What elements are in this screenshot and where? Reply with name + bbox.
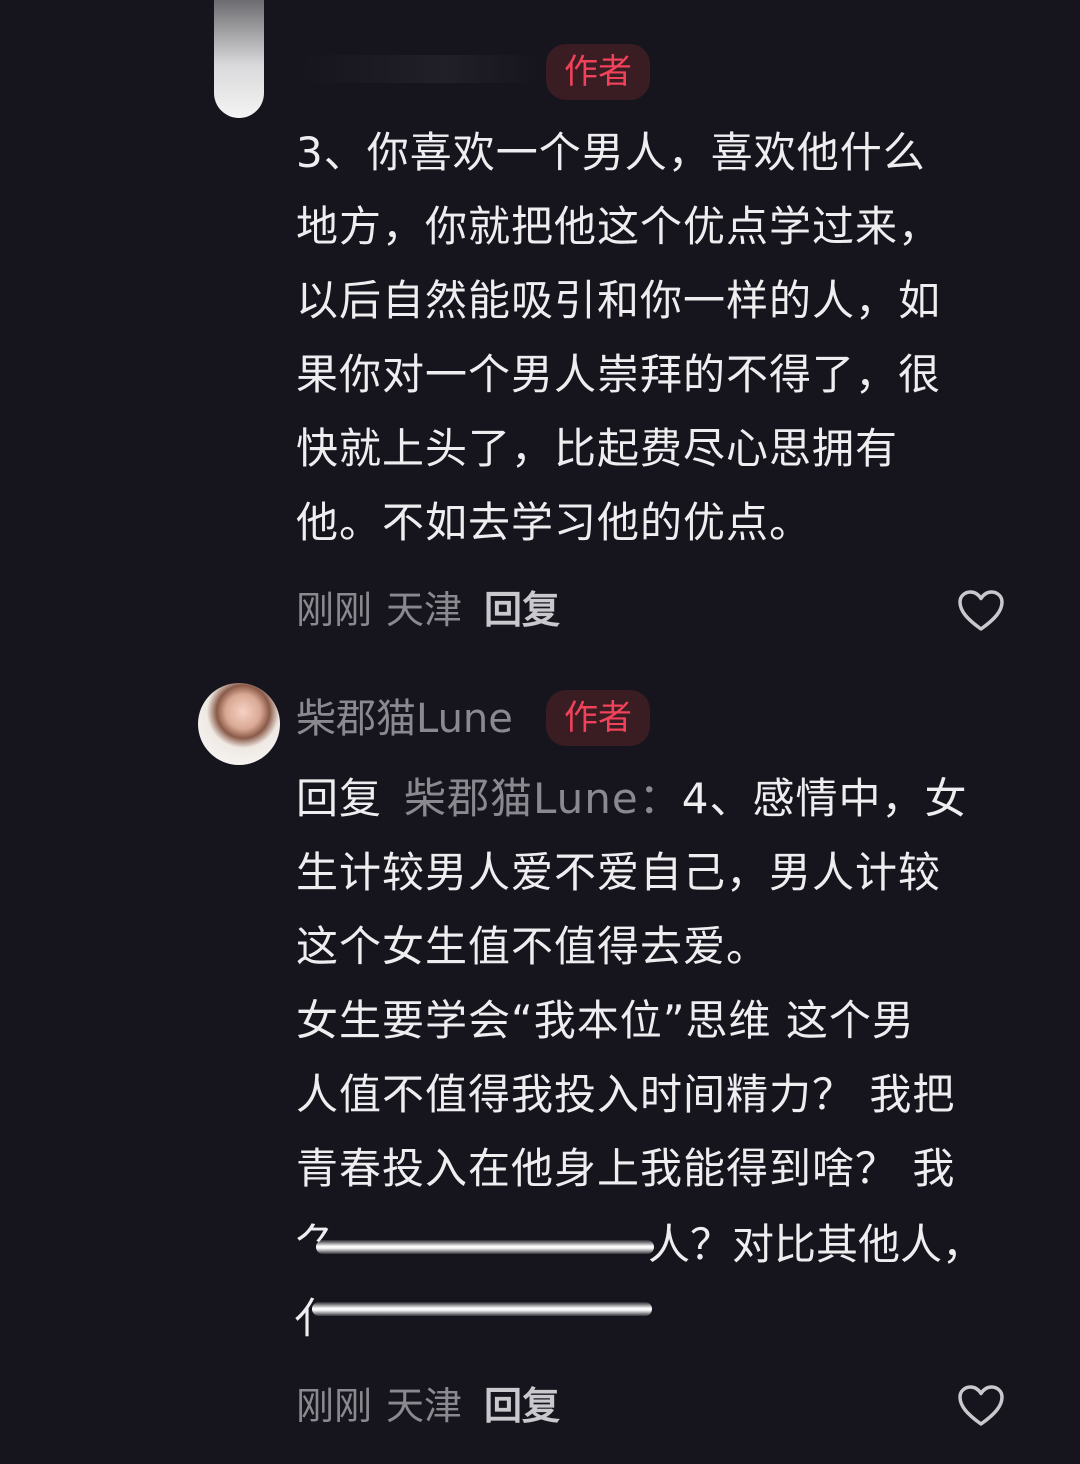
comment-line: 人？对比其他人，: [648, 1220, 985, 1269]
reply-button[interactable]: 回复: [484, 588, 560, 632]
reply-first-line: 回复 柴郡猫Lune：4、感情中，女: [296, 762, 1036, 836]
comment-line: 果你对一个男人崇拜的不得了，很: [296, 350, 942, 399]
commenter-username[interactable]: 柴郡猫Lune: [296, 690, 513, 748]
comment-line: 4、感情中，女: [681, 774, 968, 823]
comment-location: 天津: [386, 588, 463, 632]
commenter-avatar[interactable]: [198, 683, 280, 765]
obscured-text-start: 亻: [294, 1294, 337, 1343]
comment-body[interactable]: 3、你喜欢一个男人，喜欢他什么 地方，你就把他这个优点学过来， 以后自然能吸引和…: [296, 116, 1036, 560]
redaction-bar: [312, 1302, 652, 1316]
author-badge: 作者: [546, 44, 650, 100]
reply-target-username[interactable]: 柴郡猫Lune：: [404, 774, 682, 823]
comment-line: 快就上头了，比起费尽心思拥有: [296, 424, 899, 473]
comment-line: 地方，你就把他这个优点学过来，: [296, 202, 942, 251]
comment-line: 以后自然能吸引和你一样的人，如: [296, 276, 942, 325]
reply-button[interactable]: 回复: [484, 1384, 560, 1428]
blurred-username: [300, 55, 540, 83]
reply-prefix: 回复: [296, 774, 383, 823]
comment-meta: 刚刚 天津 回复: [296, 1376, 560, 1436]
comment-thread: 作者 3、你喜欢一个男人，喜欢他什么 地方，你就把他这个优点学过来， 以后自然能…: [0, 0, 1080, 1464]
comment-meta: 刚刚 天津 回复: [296, 580, 560, 640]
heart-outline-icon[interactable]: [957, 589, 1005, 633]
comment-time: 刚刚: [296, 1384, 373, 1428]
comment-line: 女生要学会“我本位”思维 这个男: [296, 996, 915, 1045]
comment-line: 青春投入在他身上我能得到啥？ 我: [296, 1144, 956, 1193]
comment-line: 生计较男人爱不爱自己，男人计较: [296, 848, 942, 897]
comment-line: 人值不值得我投入时间精力？ 我把: [296, 1070, 956, 1119]
comment-line: 他。不如去学习他的优点。: [296, 498, 813, 547]
comment-line: 这个女生值不值得去爱。: [296, 922, 770, 971]
redaction-bar: [316, 1240, 654, 1254]
comment-time: 刚刚: [296, 588, 373, 632]
comment-line: 3、你喜欢一个男人，喜欢他什么: [296, 128, 926, 177]
commenter-avatar[interactable]: [214, 0, 264, 118]
comment-location: 天津: [386, 1384, 463, 1428]
heart-outline-icon[interactable]: [957, 1384, 1005, 1428]
reply-body[interactable]: 回复 柴郡猫Lune：4、感情中，女 生计较男人爱不爱自己，男人计较 这个女生值不…: [296, 762, 1036, 1206]
author-badge: 作者: [546, 690, 650, 746]
